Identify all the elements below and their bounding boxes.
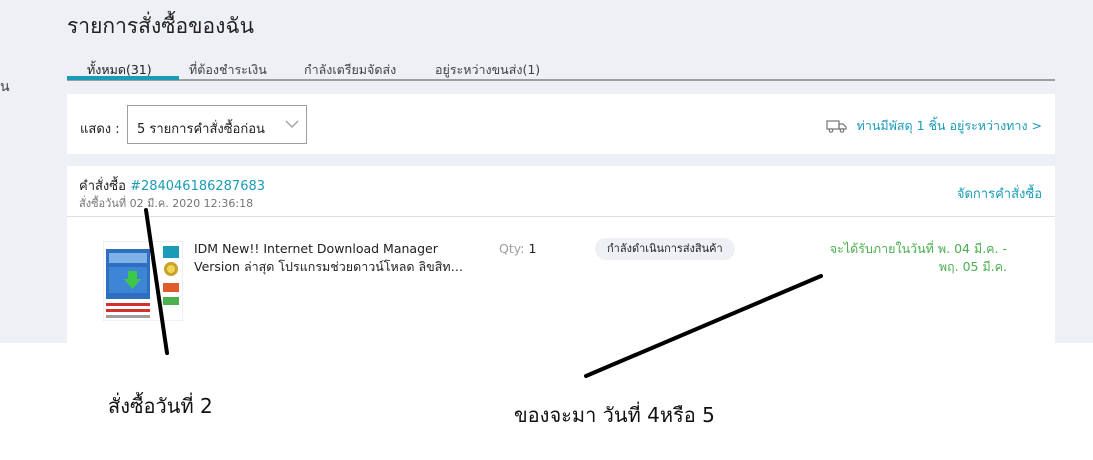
delivery-line-2: พฤ. 05 มี.ค.	[938, 259, 1007, 274]
delivery-estimate: จะได้รับภายในวันที่ พ. 04 มี.ค. - พฤ. 05…	[747, 240, 1007, 276]
order-header: คำสั่งซื้อ #284046186287683 สั่งซื้อวันท…	[67, 166, 1055, 217]
page-title: รายการสั่งซื้อของฉัน	[67, 14, 254, 38]
qty-label: Qty:	[499, 241, 525, 256]
parcel-text: ท่านมีพัสดุ 1 ชิ้น อยู่ระหว่างทาง >	[856, 118, 1042, 133]
truck-icon	[826, 120, 847, 133]
select-value: 5 รายการคำสั่งซื้อก่อน	[137, 122, 265, 137]
order-number-link[interactable]: #284046186287683	[130, 179, 265, 194]
tab-to-ship[interactable]: กำลังเตรียมจัดส่ง	[304, 60, 396, 80]
filter-bar: แสดง : 5 รายการคำสั่งซื้อก่อน ท่านมีพัสด…	[67, 94, 1055, 154]
order-count-select[interactable]: 5 รายการคำสั่งซื้อก่อน	[127, 105, 307, 144]
order-date: สั่งซื้อวันที่ 02 มี.ค. 2020 12:36:18	[79, 197, 254, 210]
tab-in-transit[interactable]: อยู่ระหว่างขนส่ง(1)	[435, 60, 540, 80]
order-tabs: ทั้งหมด(31) ที่ต้องชำระเงิน กำลังเตรียมจ…	[67, 52, 1055, 81]
delivery-line-1: จะได้รับภายในวันที่ พ. 04 มี.ค. -	[829, 241, 1007, 256]
chevron-down-icon	[285, 120, 299, 128]
manage-order-link[interactable]: จัดการคำสั่งซื้อ	[957, 183, 1042, 204]
filter-label: แสดง :	[80, 122, 120, 137]
order-number: คำสั่งซื้อ #284046186287683	[79, 175, 265, 196]
order-card: คำสั่งซื้อ #284046186287683 สั่งซื้อวันท…	[67, 166, 1055, 343]
tab-to-pay[interactable]: ที่ต้องชำระเงิน	[189, 60, 267, 80]
orders-screen: น รายการสั่งซื้อของฉัน ทั้งหมด(31) ที่ต้…	[0, 0, 1093, 343]
product-name-line-2: Version ล่าสุด โปรแกรมช่วยดาวน์โหลด ลิขส…	[194, 259, 464, 274]
annotation-delivery: ของจะมา วันที่ 4หรือ 5	[514, 403, 715, 427]
annotation-order-date: สั่งซื้อวันที่ 2	[108, 394, 213, 418]
active-tab-indicator	[67, 76, 179, 80]
status-badge: กำลังดำเนินการส่งสินค้า	[595, 238, 735, 260]
order-number-label: คำสั่งซื้อ	[79, 179, 126, 194]
qty-value: 1	[528, 241, 537, 256]
parcel-in-transit-link[interactable]: ท่านมีพัสดุ 1 ชิ้น อยู่ระหว่างทาง >	[826, 116, 1042, 136]
sidebar-cut-text: น	[0, 79, 10, 95]
product-thumbnail[interactable]	[103, 241, 183, 321]
product-name[interactable]: IDM New!! Internet Download Manager Vers…	[194, 240, 484, 276]
quantity: Qty: 1	[499, 241, 536, 256]
product-name-line-1: IDM New!! Internet Download Manager	[194, 241, 438, 256]
